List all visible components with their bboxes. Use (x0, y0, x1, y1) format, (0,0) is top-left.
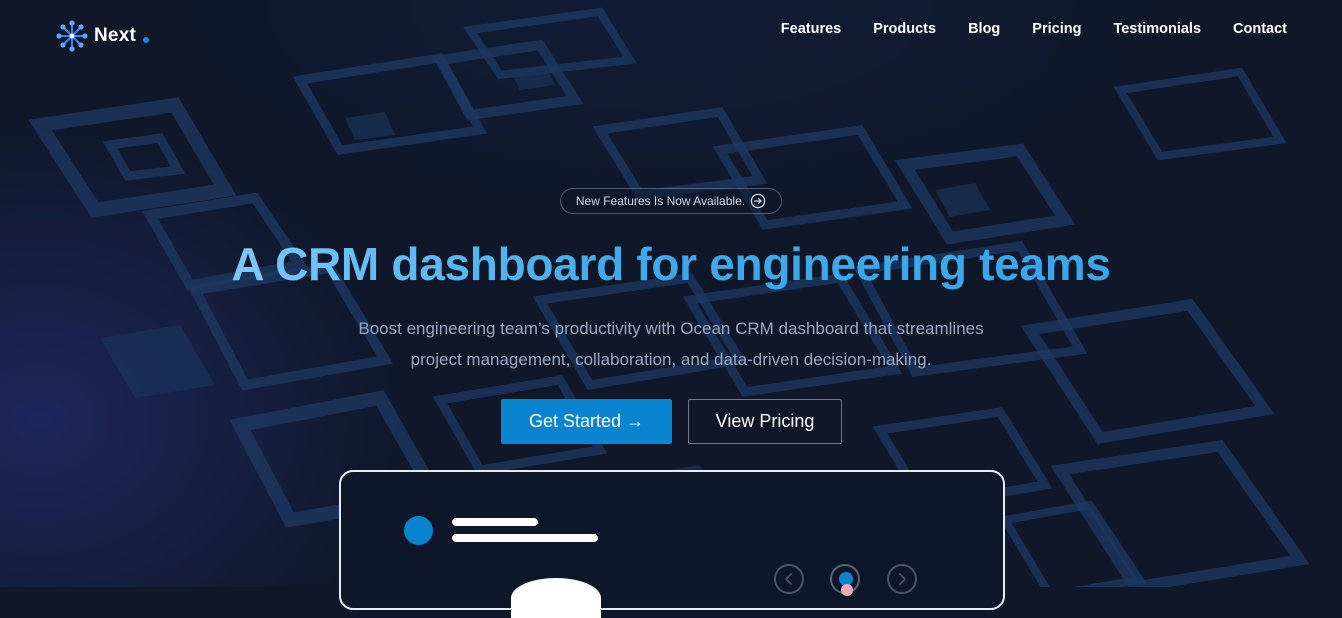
nav-features[interactable]: Features (781, 21, 841, 37)
preview-prev-button[interactable] (774, 564, 804, 594)
nav-contact[interactable]: Contact (1233, 21, 1287, 37)
preview-pointer-dot (841, 584, 853, 596)
chevron-right-icon (899, 573, 906, 585)
nav-pricing[interactable]: Pricing (1032, 21, 1081, 37)
preview-chart-shape (511, 578, 601, 618)
new-features-badge[interactable]: New Features Is Now Available. (560, 188, 782, 214)
preview-text-line-short (452, 518, 538, 526)
view-pricing-button[interactable]: View Pricing (688, 399, 842, 444)
hero-subtitle: Boost engineering team’s productivity wi… (300, 313, 1042, 375)
chevron-left-icon (785, 573, 792, 585)
badge-text: New Features Is Now Available. (575, 194, 746, 208)
preview-avatar (404, 516, 433, 545)
preview-next-button[interactable] (887, 564, 917, 594)
nav-blog[interactable]: Blog (968, 21, 1000, 37)
hero-subtitle-line1: Boost engineering team’s productivity wi… (358, 319, 984, 338)
brand-name: Next (94, 25, 136, 46)
logo-snowflake-icon (56, 20, 88, 52)
preview-center-dot[interactable] (830, 564, 860, 596)
hero-subtitle-line2: project management, collaboration, and d… (410, 350, 932, 369)
nav-testimonials[interactable]: Testimonials (1113, 21, 1201, 37)
hero-title-text: A CRM dashboard for engineering teams (231, 238, 1111, 290)
get-started-button[interactable]: Get Started → (501, 399, 672, 444)
brand-logo[interactable]: Next (56, 20, 149, 52)
preview-text-line-long (452, 534, 598, 542)
brand-dot (142, 37, 149, 43)
dashboard-preview-card (339, 470, 1005, 618)
main-nav: Features Products Blog Pricing Testimoni… (781, 21, 1287, 37)
arrow-circle-right-icon (750, 193, 766, 209)
site-header: Next Features Products Blog Pricing Test… (0, 0, 1342, 64)
hero-title: A CRM dashboard for engineering teams (0, 236, 1342, 292)
nav-products[interactable]: Products (873, 21, 936, 37)
